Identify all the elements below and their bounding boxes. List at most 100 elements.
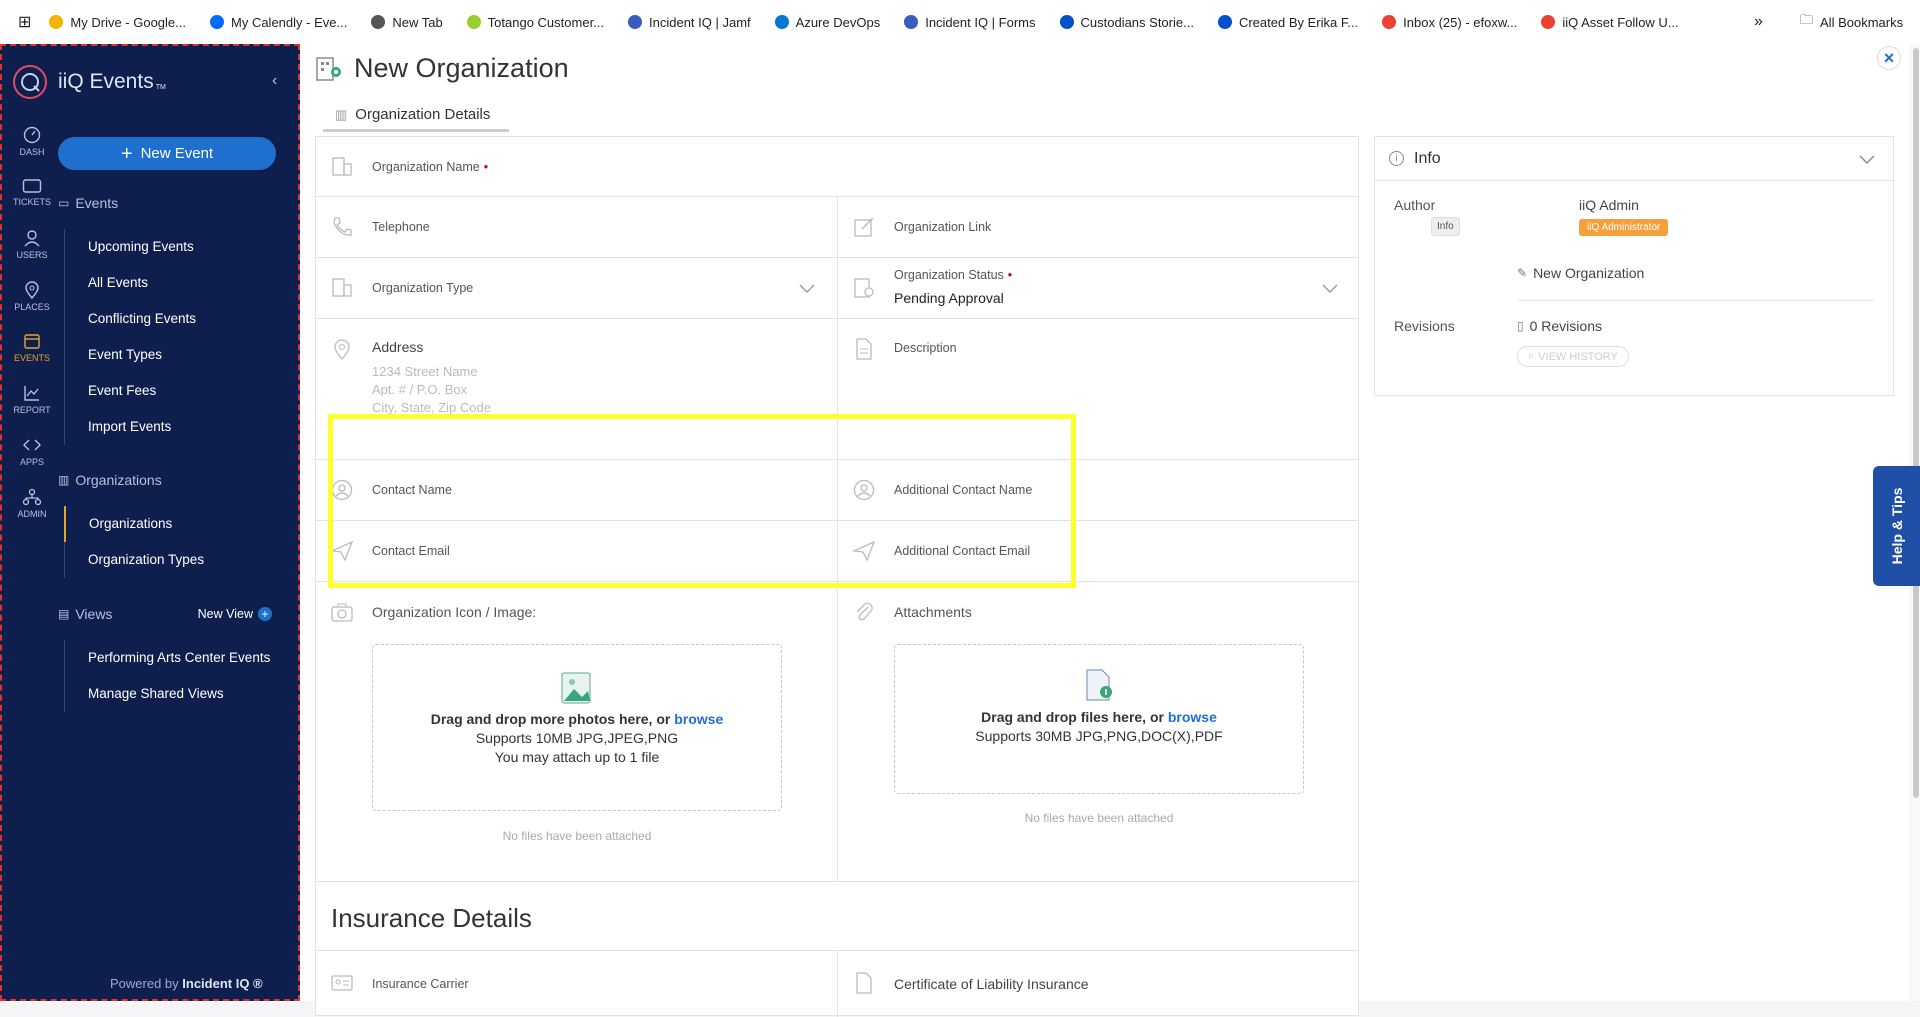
views-small-icon: ▤: [58, 607, 70, 621]
rail-tickets[interactable]: TICKETS: [6, 178, 58, 207]
nav-event-fees[interactable]: Event Fees: [65, 373, 196, 409]
search-icon: ⌕: [1528, 350, 1535, 362]
bookmark-item[interactable]: Incident IQ | Forms: [904, 15, 1036, 30]
revisions-count: ▯ 0 Revisions: [1517, 318, 1602, 334]
address-line3-placeholder[interactable]: City, State, Zip Code: [372, 400, 491, 415]
collapse-sidebar-icon[interactable]: ‹: [272, 72, 277, 90]
bookmark-item[interactable]: Created By Erika F...: [1217, 14, 1359, 30]
building-small-icon: ▥: [58, 473, 70, 487]
nav-performing-arts-view[interactable]: Performing Arts Center Events: [65, 640, 270, 676]
confluence-icon: [1217, 15, 1232, 29]
organizations-group-header[interactable]: ▥ Organizations: [58, 472, 162, 488]
photo-browse-link[interactable]: browse: [674, 711, 723, 727]
organization-link-field[interactable]: Organization Link: [838, 197, 1360, 257]
photo-dropzone[interactable]: Drag and drop more photos here, or brows…: [372, 644, 782, 811]
map-pin-icon: [25, 281, 39, 299]
iiq-logo-icon: [13, 65, 47, 99]
document-icon: [856, 972, 872, 994]
telephone-field[interactable]: Telephone: [316, 197, 838, 257]
info-header[interactable]: i Info: [1375, 137, 1893, 181]
events-group-label: Events: [75, 195, 119, 211]
highlight-box: [328, 414, 1076, 588]
chevron-down-icon[interactable]: [1859, 154, 1875, 164]
paperclip-icon: [856, 602, 873, 621]
bookmark-label: Created By Erika F...: [1238, 14, 1359, 30]
bookmark-item[interactable]: My Drive - Google...: [49, 15, 186, 30]
chevron-down-icon[interactable]: [799, 283, 815, 293]
organization-type-select[interactable]: Organization Type: [316, 258, 838, 318]
views-group-header[interactable]: ▤ Views New View +: [58, 606, 272, 622]
form-row-type-status: Organization Type Organization Status • P…: [316, 258, 1358, 319]
dashboard-icon: [23, 126, 41, 144]
bookmark-item[interactable]: Custodians Storie...: [1059, 14, 1194, 30]
nav-all-events[interactable]: All Events: [65, 265, 196, 301]
rail-users[interactable]: USERS: [6, 229, 58, 260]
events-group-header[interactable]: ▭ Events: [58, 195, 118, 211]
all-bookmarks-folder[interactable]: 🗀 All Bookmarks: [1800, 11, 1903, 33]
nav-organizations[interactable]: Organizations: [64, 506, 204, 542]
bookmark-item[interactable]: My Calendly - Eve...: [210, 15, 347, 30]
camera-icon: [331, 603, 353, 622]
insurance-details-title: Insurance Details: [331, 903, 532, 933]
rail-events-label: EVENTS: [13, 353, 50, 363]
calendar-small-icon: ▭: [58, 196, 70, 210]
apps-grid-icon[interactable]: ⊞: [18, 12, 31, 32]
rail-admin-label: ADMIN: [17, 509, 47, 519]
bookmark-label: Custodians Storie...: [1080, 14, 1194, 30]
file-browse-link[interactable]: browse: [1168, 709, 1217, 725]
tab-organization-details[interactable]: ▥ Organization Details: [323, 100, 509, 132]
bookmark-item[interactable]: Totango Customer...: [466, 15, 604, 30]
chevron-down-icon[interactable]: [1322, 283, 1338, 293]
close-icon[interactable]: ×: [1877, 46, 1901, 70]
rail-places[interactable]: PLACES: [6, 281, 58, 312]
new-event-button[interactable]: + New Event: [58, 137, 276, 170]
rail-report[interactable]: REPORT: [6, 384, 58, 415]
help-tips-label: Help & Tips: [1888, 487, 1905, 565]
brand-logo[interactable]: iiQ Events TM: [12, 64, 166, 100]
plus-icon: +: [120, 142, 133, 165]
nav-upcoming-events[interactable]: Upcoming Events: [65, 229, 196, 265]
organization-name-field[interactable]: Organization Name •: [316, 137, 1358, 196]
nav-event-types[interactable]: Event Types: [65, 337, 196, 373]
rail-users-label: USERS: [16, 250, 48, 260]
rail-events[interactable]: EVENTS: [6, 332, 58, 363]
certificate-field[interactable]: Certificate of Liability Insurance: [838, 951, 1360, 1017]
scrollbar-thumb[interactable]: [1913, 48, 1919, 798]
bookmark-item[interactable]: Incident IQ | Jamf: [628, 15, 751, 30]
rail-admin[interactable]: ADMIN: [6, 488, 58, 519]
globe-icon: [371, 15, 386, 29]
rail-apps[interactable]: APPS: [6, 436, 58, 467]
address-line2-placeholder[interactable]: Apt. # / P.O. Box: [372, 382, 467, 397]
help-tips-tab[interactable]: Help & Tips: [1873, 466, 1920, 586]
insurance-carrier-field[interactable]: Insurance Carrier: [316, 951, 838, 1017]
nav-organization-types[interactable]: Organization Types: [65, 542, 204, 578]
nav-manage-shared-views[interactable]: Manage Shared Views: [65, 676, 270, 712]
nav-import-events[interactable]: Import Events: [65, 409, 196, 445]
bookmark-item[interactable]: Inbox (25) - efoxw...: [1382, 15, 1517, 30]
new-view-button[interactable]: New View +: [198, 607, 272, 621]
totango-icon: [466, 15, 481, 29]
bookmark-item[interactable]: New Tab: [371, 15, 443, 30]
views-nav-list: Performing Arts Center Events Manage Sha…: [64, 640, 270, 712]
photo-limit: You may attach up to 1 file: [494, 749, 660, 765]
new-org-revision[interactable]: ✎ New Organization: [1517, 265, 1644, 281]
organization-status-select[interactable]: Organization Status • Pending Approval: [838, 258, 1360, 318]
rail-dash[interactable]: DASH: [6, 126, 58, 157]
form-row-insurance: Insurance Carrier Certificate of Liabili…: [316, 951, 1358, 1017]
image-upload-icon: [561, 672, 591, 704]
building-tab-icon: ▥: [335, 106, 348, 122]
bookmark-item[interactable]: iiQ Asset Follow U...: [1541, 14, 1679, 30]
address-line1-placeholder[interactable]: 1234 Street Name: [372, 364, 478, 379]
bookmark-item[interactable]: Azure DevOps: [774, 15, 880, 30]
bookmarks-overflow-icon[interactable]: »: [1754, 13, 1763, 31]
page-title: New Organization: [354, 52, 569, 83]
author-label: Author: [1394, 197, 1436, 213]
edit-icon: ✎: [1517, 266, 1528, 280]
calendar-icon: [24, 334, 40, 349]
bookmark-label: iiQ Asset Follow U...: [1562, 14, 1679, 30]
photo-supports: Supports 10MB JPG,JPEG,PNG: [475, 730, 679, 746]
folder-icon: 🗀: [1800, 12, 1814, 27]
attachments-dropzone[interactable]: Drag and drop files here, or browse Supp…: [894, 644, 1304, 794]
view-history-button[interactable]: ⌕ VIEW HISTORY: [1517, 346, 1629, 367]
nav-conflicting-events[interactable]: Conflicting Events: [65, 301, 196, 337]
